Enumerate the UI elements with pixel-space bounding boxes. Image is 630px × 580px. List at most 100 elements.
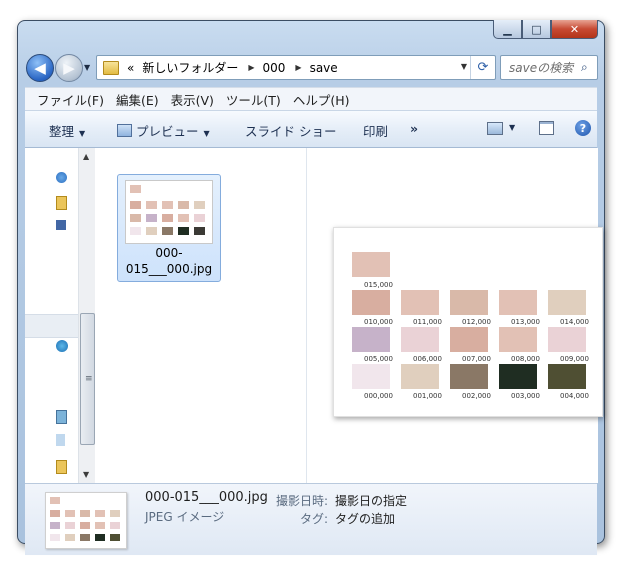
- preview-label: 001,000: [413, 392, 442, 400]
- preview-thumb: [499, 364, 537, 389]
- command-bar: 整理 ▼ プレビュー ▼ スライド ショー 印刷 » ▼ ?: [25, 110, 597, 148]
- breadcrumb-new-folder[interactable]: 新しいフォルダー: [142, 59, 238, 76]
- explorer-window: ▁ □ ✕ ◀ ▶ ▼ « 新しいフォルダー ▶ 000 ▶ save ▼ ⟳ …: [17, 20, 605, 555]
- preview-pane-toggle-icon[interactable]: [539, 121, 554, 135]
- content-area: ▲ ≡ ▼ 000-015___000.jpg 015,000 010,000 …: [25, 148, 603, 483]
- chevron-down-icon[interactable]: ▼: [509, 123, 515, 132]
- preview-thumb: [548, 327, 586, 352]
- drive-icon[interactable]: [56, 410, 67, 424]
- menu-edit[interactable]: 編集(E): [116, 90, 159, 109]
- preview-label: 014,000: [560, 318, 589, 326]
- address-bar[interactable]: « 新しいフォルダー ▶ 000 ▶ save ▼ ⟳: [96, 55, 496, 80]
- menu-view[interactable]: 表示(V): [171, 90, 214, 109]
- preview-button[interactable]: プレビュー ▼: [117, 121, 210, 140]
- preview-label: 007,000: [462, 355, 491, 363]
- navigation-pane: ▲ ≡ ▼: [25, 148, 96, 483]
- grip-icon: ≡: [85, 374, 93, 384]
- preview-label: 011,000: [413, 318, 442, 326]
- preview-label: 015,000: [364, 281, 393, 289]
- file-thumbnail: [125, 180, 213, 244]
- menu-help[interactable]: ヘルプ(H): [293, 90, 350, 109]
- change-view-icon[interactable]: [487, 122, 503, 135]
- address-dropdown-icon[interactable]: ▼: [461, 62, 467, 71]
- breadcrumb-save[interactable]: save: [310, 61, 338, 75]
- preview-label: 008,000: [511, 355, 540, 363]
- preview-thumb: [401, 364, 439, 389]
- scroll-down-icon[interactable]: ▼: [83, 470, 89, 479]
- tags-label: タグ:: [300, 512, 329, 526]
- folder-icon[interactable]: [56, 196, 67, 210]
- preview-thumb: [352, 364, 390, 389]
- folder-icon[interactable]: [56, 460, 67, 474]
- breadcrumb-separator-icon[interactable]: ▶: [248, 63, 254, 72]
- date-taken-value[interactable]: 撮影日の指定: [335, 492, 407, 509]
- scroll-up-icon[interactable]: ▲: [83, 152, 89, 161]
- file-list: 000-015___000.jpg: [95, 148, 305, 483]
- details-thumbnail: [45, 492, 127, 549]
- file-name-label: 000-015___000.jpg: [125, 246, 213, 276]
- preview-thumb: [352, 252, 390, 277]
- preview-thumb: [401, 290, 439, 315]
- menu-tools[interactable]: ツール(T): [226, 90, 281, 109]
- file-item[interactable]: 000-015___000.jpg: [117, 174, 221, 282]
- favorites-icon[interactable]: [56, 172, 67, 183]
- forward-button[interactable]: ▶: [55, 54, 83, 82]
- search-input[interactable]: [507, 59, 581, 76]
- preview-thumb: [450, 364, 488, 389]
- nav-selected-item[interactable]: [25, 314, 78, 338]
- preview-label: 010,000: [364, 318, 393, 326]
- preview-thumb: [401, 327, 439, 352]
- preview-label: 009,000: [560, 355, 589, 363]
- preview-thumb: [352, 327, 390, 352]
- menu-bar: ファイル(F) 編集(E) 表示(V) ツール(T) ヘルプ(H): [25, 87, 597, 110]
- preview-thumb: [352, 290, 390, 315]
- preview-label: 012,000: [462, 318, 491, 326]
- breadcrumb-overflow[interactable]: «: [127, 61, 134, 75]
- preview-label: 003,000: [511, 392, 540, 400]
- preview-label: 006,000: [413, 355, 442, 363]
- folder-icon: [103, 60, 119, 75]
- back-arrow-icon: ◀: [34, 59, 46, 77]
- tags-value[interactable]: タグの追加: [335, 510, 395, 527]
- preview-thumb: [450, 290, 488, 315]
- chevron-down-icon: ▼: [203, 129, 210, 138]
- preview-label: 002,000: [462, 392, 491, 400]
- preview-pane: 015,000 010,000 011,000 012,000 013,000 …: [306, 148, 603, 483]
- more-commands-button[interactable]: »: [410, 121, 418, 136]
- close-button[interactable]: ✕: [551, 20, 598, 39]
- back-button[interactable]: ◀: [26, 54, 54, 82]
- breadcrumb-separator-icon[interactable]: ▶: [295, 63, 301, 72]
- details-filename: 000-015___000.jpg: [145, 490, 268, 505]
- preview-label: 000,000: [364, 392, 393, 400]
- menu-file[interactable]: ファイル(F): [37, 90, 104, 109]
- network-icon[interactable]: [56, 340, 68, 352]
- refresh-button[interactable]: ⟳: [470, 56, 495, 79]
- date-taken-label: 撮影日時:: [276, 494, 329, 508]
- caption-buttons: ▁ □ ✕: [493, 20, 598, 40]
- search-icon[interactable]: ⌕: [581, 60, 588, 75]
- print-button[interactable]: 印刷: [363, 121, 388, 140]
- help-icon[interactable]: ?: [575, 120, 591, 136]
- address-row: ◀ ▶ ▼ « 新しいフォルダー ▶ 000 ▶ save ▼ ⟳ ⌕: [24, 53, 598, 83]
- computer-icon[interactable]: [56, 220, 66, 230]
- preview-thumb: [548, 364, 586, 389]
- preview-thumb: [450, 327, 488, 352]
- maximize-button[interactable]: □: [522, 20, 551, 39]
- minimize-button[interactable]: ▁: [493, 20, 522, 39]
- preview-thumb: [499, 327, 537, 352]
- slideshow-button[interactable]: スライド ショー: [245, 121, 336, 140]
- preview-label: 005,000: [364, 355, 393, 363]
- details-pane: 000-015___000.jpg JPEG イメージ 撮影日時: 撮影日の指定…: [25, 483, 597, 555]
- preview-label: 004,000: [560, 392, 589, 400]
- organize-button[interactable]: 整理 ▼: [49, 121, 85, 140]
- library-icon[interactable]: [56, 434, 65, 446]
- scroll-thumb[interactable]: ≡: [80, 313, 95, 445]
- details-filetype: JPEG イメージ: [145, 510, 225, 524]
- breadcrumb-000[interactable]: 000: [263, 61, 286, 75]
- search-box[interactable]: ⌕: [500, 55, 598, 80]
- preview-label: 013,000: [511, 318, 540, 326]
- nav-scrollbar[interactable]: ▲ ≡ ▼: [78, 148, 96, 483]
- recent-pages-dropdown-icon[interactable]: ▼: [84, 63, 90, 72]
- preview-thumb: [548, 290, 586, 315]
- forward-arrow-icon: ▶: [63, 59, 75, 77]
